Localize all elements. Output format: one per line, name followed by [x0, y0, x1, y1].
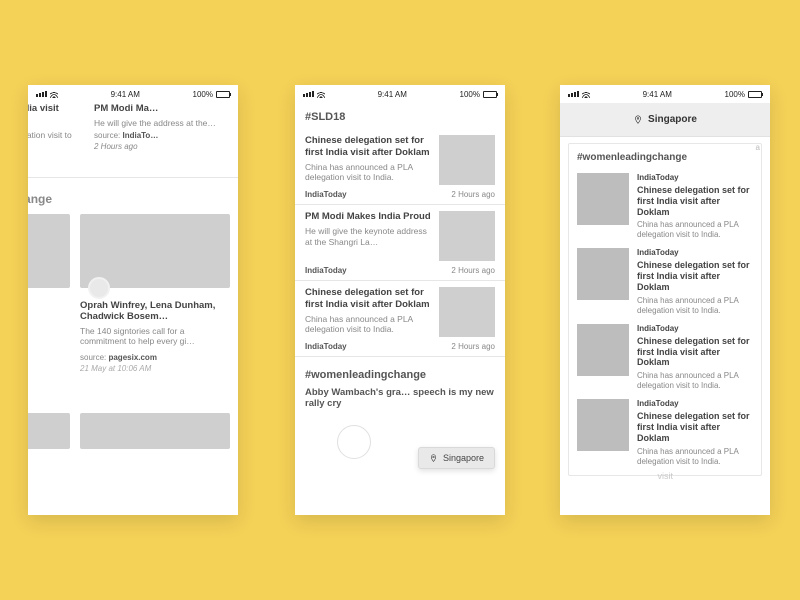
article-source: IndiaToday: [637, 173, 753, 182]
ghost-text: visit: [658, 471, 674, 481]
battery-percent: 100%: [460, 90, 480, 99]
edge-hint: a: [756, 143, 760, 152]
article-desc: na has announced a PLA egation visit to …: [28, 130, 80, 151]
list-item[interactable]: IndiaToday Chinese delegation set for fi…: [569, 391, 761, 466]
article-title: Chinese delegation set for first India v…: [637, 336, 753, 368]
signal-icon: [568, 91, 579, 97]
results-panel: #womenleadingchange IndiaToday Chinese d…: [568, 143, 762, 476]
status-bar: 9:41 AM 100%: [295, 85, 505, 103]
article-row[interactable]: Chinese delegation set for first India v…: [295, 129, 505, 185]
article-desc: He will give the address at the…: [94, 118, 238, 129]
status-bar: 9:41 AM 100%: [560, 85, 770, 103]
mockup-screen-3: 9:41 AM 100% Singapore a #womenleadingch…: [560, 85, 770, 515]
story-card[interactable]: ation ry raged ed…: [28, 214, 70, 373]
article-thumb: [577, 324, 629, 376]
pin-icon: [633, 115, 643, 125]
article-title: Chinese delegation set for first India v…: [637, 411, 753, 443]
battery-icon: [216, 91, 230, 98]
article-meta: IndiaToday 2 Hours ago: [295, 337, 505, 357]
article-thumb: [577, 248, 629, 300]
signal-icon: [36, 91, 47, 97]
article-title[interactable]: se delegation set for India visit after …: [28, 103, 80, 127]
status-time: 9:41 AM: [378, 90, 407, 99]
list-item[interactable]: IndiaToday Chinese delegation set for fi…: [569, 240, 761, 315]
mockup-screen-2: 9:41 AM 100% #SLD18 Chinese delegation s…: [295, 85, 505, 515]
article-row[interactable]: Chinese delegation set for first India v…: [295, 281, 505, 337]
article-title: Chinese delegation set for first India v…: [637, 185, 753, 217]
story-card[interactable]: Oprah Winfrey, Lena Dunham, Chadwick Bos…: [80, 214, 230, 373]
pin-icon: [429, 454, 438, 463]
article-desc: He will give the keynote address at the …: [305, 226, 431, 247]
section-hashtag[interactable]: #womenleadingchange: [295, 357, 505, 387]
article-thumb: [577, 399, 629, 451]
status-time: 9:41 AM: [111, 90, 140, 99]
article-desc: China has announced a PLA delegation vis…: [637, 220, 753, 240]
status-bar: 9:41 AM 100%: [28, 85, 238, 103]
wifi-icon: [50, 90, 58, 98]
card-image: [80, 413, 230, 449]
mockup-screen-1: 9:41 AM 100% se delegation set for India…: [28, 85, 238, 515]
article-title: Chinese delegation set for first India v…: [637, 260, 753, 292]
card-image: [28, 214, 70, 288]
article-time: urs ago: [28, 164, 80, 173]
avatar: [88, 277, 110, 299]
article-title: PM Modi Makes India Proud: [305, 211, 431, 223]
list-item[interactable]: IndiaToday Chinese delegation set for fi…: [569, 165, 761, 240]
signal-icon: [303, 91, 314, 97]
article-source: IndiaToday: [637, 248, 753, 257]
article-source: IndiaToday: [637, 399, 753, 408]
battery-icon: [483, 91, 497, 98]
battery-icon: [748, 91, 762, 98]
wifi-icon: [582, 90, 590, 98]
article-thumb: [439, 287, 495, 337]
wifi-icon: [317, 90, 325, 98]
article-thumb: [577, 173, 629, 225]
card-date: 21 May at 10:06 AM: [80, 364, 230, 373]
card-image: [80, 214, 230, 288]
battery-percent: 100%: [193, 90, 213, 99]
section-heading[interactable]: m Road: [28, 373, 238, 413]
article-desc: China has announced a PLA delegation vis…: [637, 447, 753, 467]
article-title: Chinese delegation set for first India v…: [305, 287, 431, 311]
article-row[interactable]: PM Modi Makes India Proud He will give t…: [295, 205, 505, 261]
card-source: source: pagesix.com: [80, 353, 230, 362]
article-source: source: IndiaTo…: [94, 131, 238, 140]
location-chip[interactable]: Singapore: [418, 447, 495, 469]
section-hashtag[interactable]: #womenleadingchange: [569, 144, 761, 165]
section-hashtag[interactable]: #womenleadingchange: [28, 178, 238, 214]
article-desc: China has announced a PLA delegation vis…: [637, 296, 753, 316]
article-desc: China has announced a PLA delegation vis…: [305, 162, 431, 183]
article-desc: China has announced a PLA delegation vis…: [637, 371, 753, 391]
status-time: 9:41 AM: [643, 90, 672, 99]
article-thumb: [439, 135, 495, 185]
article-title[interactable]: Abby Wambach's gra… speech is my new ral…: [295, 387, 505, 409]
battery-percent: 100%: [725, 90, 745, 99]
article-time: 2 Hours ago: [94, 142, 238, 151]
article-thumb: [439, 211, 495, 261]
card-desc: The 140 signtories call for a commitment…: [80, 326, 230, 347]
location-header[interactable]: Singapore: [560, 103, 770, 137]
list-item[interactable]: IndiaToday Chinese delegation set for fi…: [569, 316, 761, 391]
article-desc: China has announced a PLA delegation vis…: [305, 314, 431, 335]
article-meta: IndiaToday 2 Hours ago: [295, 185, 505, 205]
article-source: source: IndiaToday: [28, 153, 80, 162]
article-source: IndiaToday: [637, 324, 753, 333]
touch-indicator: [337, 425, 371, 459]
section-hashtag[interactable]: #SLD18: [295, 103, 505, 129]
article-meta: IndiaToday 2 Hours ago: [295, 261, 505, 281]
card-image: [28, 413, 70, 449]
article-title[interactable]: PM Modi Ma…: [94, 103, 238, 115]
article-title: Chinese delegation set for first India v…: [305, 135, 431, 159]
card-title: Oprah Winfrey, Lena Dunham, Chadwick Bos…: [80, 300, 230, 323]
